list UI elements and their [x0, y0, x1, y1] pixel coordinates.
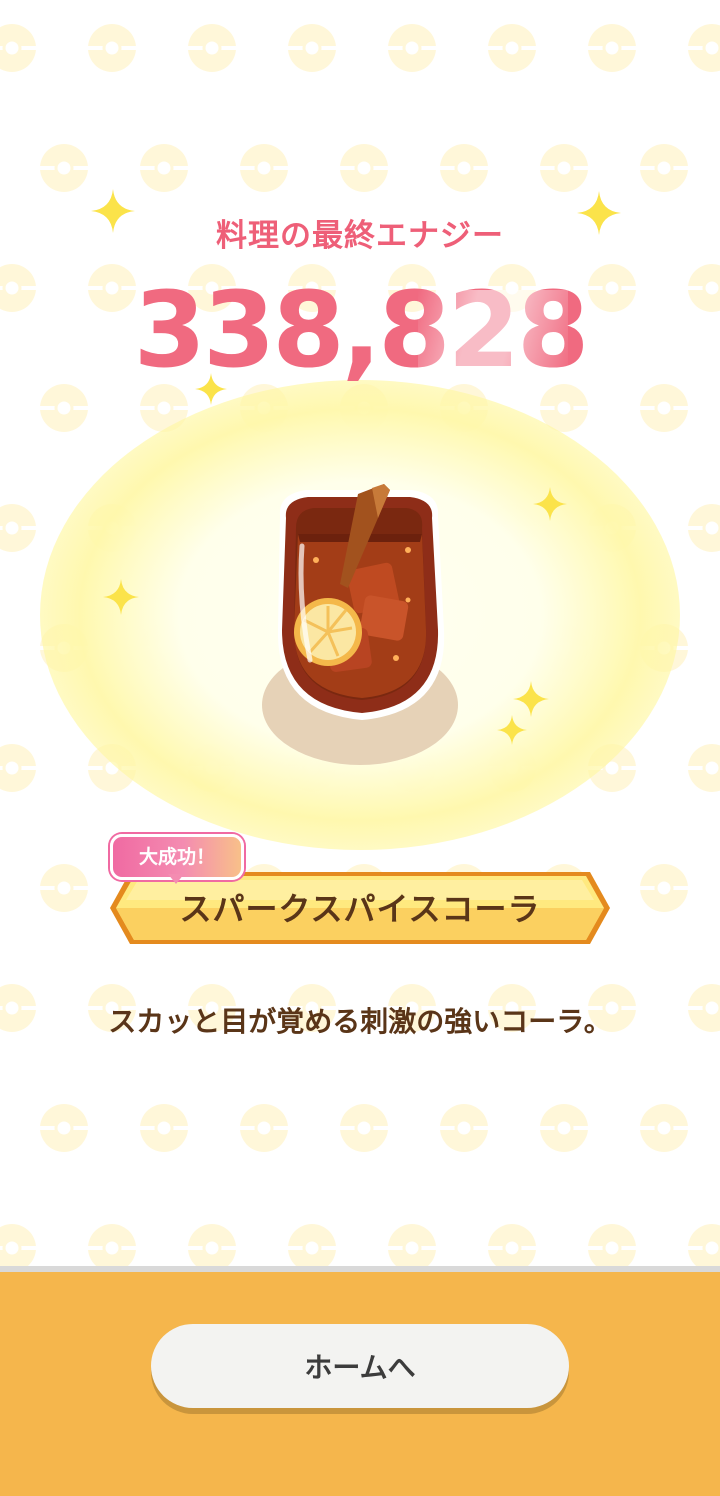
sparkle-icon: [513, 681, 549, 717]
pokeball-pattern-icon: [488, 24, 536, 72]
pokeball-pattern-icon: [688, 24, 720, 72]
pokeball-pattern-icon: [240, 1104, 288, 1152]
final-energy-title: 料理の最終エナジー: [216, 218, 504, 254]
pokeball-pattern-icon: [88, 1224, 136, 1268]
pokeball-pattern-icon: [288, 1224, 336, 1268]
pokeball-pattern-icon: [0, 744, 36, 792]
energy-shine-effect: [418, 290, 568, 380]
pokeball-pattern-icon: [0, 24, 36, 72]
sparkle-icon: [533, 487, 567, 521]
pokeball-pattern-icon: [540, 1104, 588, 1152]
pokeball-pattern-icon: [688, 504, 720, 552]
badge-tail: [168, 874, 184, 884]
pokeball-pattern-icon: [340, 144, 388, 192]
pokeball-pattern-icon: [640, 144, 688, 192]
pokeball-pattern-icon: [0, 1224, 36, 1268]
pokeball-pattern-icon: [40, 384, 88, 432]
pokeball-pattern-icon: [540, 144, 588, 192]
pokeball-pattern-icon: [388, 24, 436, 72]
pokeball-pattern-icon: [640, 384, 688, 432]
pokeball-pattern-icon: [40, 864, 88, 912]
pokeball-pattern-icon: [688, 744, 720, 792]
pokeball-pattern-icon: [88, 24, 136, 72]
sparkle-icon: [103, 579, 139, 615]
pokeball-pattern-icon: [440, 144, 488, 192]
pokeball-pattern-icon: [440, 1104, 488, 1152]
recipe-name: スパークスパイスコーラ: [179, 890, 541, 928]
recipe-description: スカッと目が覚める刺激の強いコーラ。: [108, 1005, 612, 1038]
spark-spice-cola-icon: [262, 484, 458, 765]
pokeball-pattern-icon: [40, 144, 88, 192]
final-energy-value: 338,828: [133, 269, 590, 391]
pokeball-pattern-icon: [0, 504, 36, 552]
pokeball-pattern-icon: [640, 864, 688, 912]
pokeball-pattern-icon: [40, 1104, 88, 1152]
pokeball-pattern-icon: [240, 144, 288, 192]
pokeball-pattern-icon: [488, 1224, 536, 1268]
pokeball-pattern-icon: [588, 24, 636, 72]
pokeball-pattern-icon: [140, 1104, 188, 1152]
pokeball-pattern-icon: [188, 1224, 236, 1268]
pokeball-pattern-icon: [188, 24, 236, 72]
pokeball-pattern-icon: [388, 1224, 436, 1268]
pokeball-pattern-icon: [140, 144, 188, 192]
pokeball-pattern-icon: [688, 1224, 720, 1268]
pokeball-pattern-icon: [640, 1104, 688, 1152]
sparkle-icon: [497, 715, 527, 745]
home-button[interactable]: ホームへ: [151, 1324, 569, 1408]
pokeball-pattern-icon: [340, 1104, 388, 1152]
pokeball-pattern-icon: [288, 24, 336, 72]
pokeball-pattern-icon: [588, 1224, 636, 1268]
